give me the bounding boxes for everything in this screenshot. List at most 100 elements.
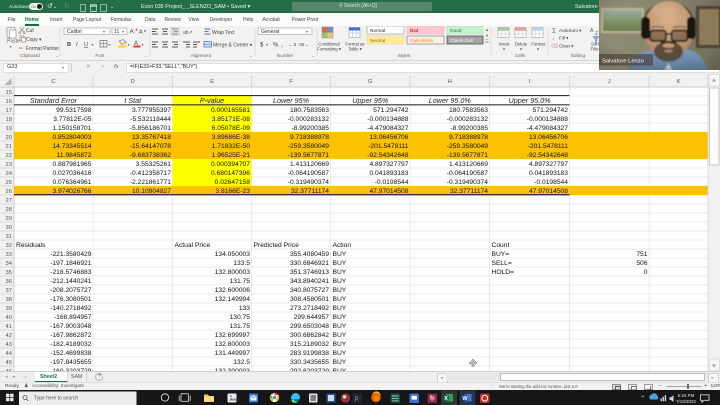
svg-text:-176.3080501: -176.3080501 [50, 296, 92, 303]
svg-text:1.71832E-50: 1.71832E-50 [212, 143, 251, 150]
svg-text:%: % [273, 43, 279, 49]
svg-text:283.9199838: 283.9199838 [290, 350, 329, 357]
svg-text:-5.856186701: -5.856186701 [130, 125, 172, 132]
svg-text:▾: ▾ [306, 29, 308, 34]
svg-text:Number: Number [277, 53, 294, 58]
svg-text:⌄: ⌄ [144, 53, 147, 58]
svg-text:11: 11 [114, 29, 119, 35]
svg-text:Bad: Bad [410, 28, 419, 33]
svg-text:-0.0198544: -0.0198544 [534, 179, 568, 186]
svg-text:30: 30 [6, 225, 12, 231]
svg-text:132.800003: 132.800003 [215, 341, 251, 348]
svg-text:19: 19 [6, 126, 12, 132]
svg-text:-0.319490374: -0.319490374 [447, 179, 489, 186]
svg-text:4.897327797: 4.897327797 [369, 161, 408, 168]
svg-text:⌄: ⌄ [55, 53, 58, 58]
svg-text:343.8940241: 343.8940241 [290, 278, 329, 285]
svg-text:42: 42 [6, 333, 12, 339]
svg-text:W: W [462, 396, 468, 402]
svg-text:22: 22 [6, 153, 12, 159]
svg-text:-0.000134888: -0.000134888 [367, 116, 409, 123]
svg-text:BUY: BUY [333, 296, 347, 303]
svg-text:-212.1440241: -212.1440241 [50, 278, 92, 285]
svg-text:-0.000134888: -0.000134888 [527, 116, 569, 123]
svg-text:-92.54342648: -92.54342648 [527, 152, 569, 159]
svg-text:315.2189032: 315.2189032 [290, 341, 329, 348]
svg-text:-201.5478111: -201.5478111 [368, 143, 409, 150]
svg-text:BUY: BUY [333, 287, 347, 294]
svg-text:ab↗: ab↗ [183, 30, 193, 36]
svg-text:-8.99200385: -8.99200385 [450, 125, 488, 132]
svg-text:3.777955397: 3.777955397 [132, 107, 171, 114]
svg-text:0.041893183: 0.041893183 [529, 170, 568, 177]
svg-text:-0.064190587: -0.064190587 [447, 170, 489, 177]
svg-text:131.449997: 131.449997 [215, 350, 251, 357]
svg-text:Action: Action [333, 242, 352, 249]
svg-text:Merge & Center ▾: Merge & Center ▾ [213, 43, 253, 49]
svg-text:A: A [590, 28, 594, 34]
svg-text:BUY: BUY [333, 350, 347, 357]
svg-text:47.97014508: 47.97014508 [529, 188, 568, 195]
svg-text:0.000165581: 0.000165581 [211, 107, 250, 114]
svg-text:Cut: Cut [26, 28, 34, 34]
svg-text:0.041893183: 0.041893183 [369, 170, 408, 177]
svg-text:Upper 95%: Upper 95% [352, 96, 389, 105]
svg-text:Good: Good [450, 28, 462, 33]
svg-text:▾: ▾ [92, 42, 94, 47]
svg-text:10.10904827: 10.10904827 [132, 188, 171, 195]
svg-text:40: 40 [6, 315, 12, 321]
svg-text:Formatting ▾: Formatting ▾ [317, 47, 341, 52]
svg-text:X: X [444, 396, 448, 402]
svg-text:▲: ▲ [135, 27, 139, 32]
svg-text:U: U [84, 42, 88, 48]
svg-text:28: 28 [6, 207, 12, 213]
svg-text:-0.319490374: -0.319490374 [288, 179, 330, 186]
svg-text:3.77812E-05: 3.77812E-05 [53, 116, 92, 123]
svg-text:132.800003: 132.800003 [215, 269, 251, 276]
svg-text:J: J [608, 79, 611, 85]
svg-text:.00→: .00→ [298, 42, 309, 47]
svg-text:26: 26 [6, 189, 12, 195]
svg-text:180.7583563: 180.7583563 [449, 107, 488, 114]
svg-text:132.5: 132.5 [233, 359, 250, 366]
svg-text:☰: ☰ [485, 39, 490, 44]
svg-text:3.55325261: 3.55325261 [136, 161, 172, 168]
svg-text:-182.4189032: -182.4189032 [50, 341, 92, 348]
svg-text:3.89686E-38: 3.89686E-38 [212, 134, 251, 141]
svg-text:99.5317598: 99.5317598 [56, 107, 92, 114]
svg-text:-208.2075727: -208.2075727 [50, 287, 92, 294]
svg-text:571.294742: 571.294742 [533, 107, 569, 114]
svg-text:37: 37 [6, 288, 12, 294]
svg-text:BUY=: BUY= [492, 251, 510, 258]
svg-text:▾: ▾ [537, 47, 539, 52]
svg-text:0.680147396: 0.680147396 [211, 170, 250, 177]
svg-text:-0.000283132: -0.000283132 [447, 116, 489, 123]
svg-text:-0.412358717: -0.412358717 [130, 170, 172, 177]
svg-text:▾: ▾ [109, 42, 111, 47]
svg-text:133.5: 133.5 [233, 260, 250, 267]
svg-text:SELL=: SELL= [492, 260, 512, 267]
svg-text:Check Cell: Check Cell [450, 38, 473, 43]
svg-text:Calculation: Calculation [410, 38, 434, 43]
svg-text:▲: ▲ [485, 27, 489, 32]
svg-text:Font: Font [95, 53, 105, 58]
svg-text:Lower 95.0%: Lower 95.0% [429, 96, 472, 105]
svg-text:3.8166E-23: 3.8166E-23 [215, 188, 250, 195]
svg-text:355.4080459: 355.4080459 [290, 251, 329, 258]
svg-text:Type here to search: Type here to search [34, 396, 78, 402]
svg-text:-197.8435655: -197.8435655 [50, 359, 92, 366]
svg-text:0: 0 [644, 269, 648, 276]
svg-text:P-value: P-value [200, 96, 224, 105]
svg-text:36: 36 [6, 279, 12, 285]
svg-text:General: General [261, 29, 279, 35]
svg-text:▾: ▾ [128, 42, 130, 47]
svg-text:131.75: 131.75 [230, 278, 251, 285]
svg-text:1.150158701: 1.150158701 [52, 125, 91, 132]
svg-text:9.718388978: 9.718388978 [449, 134, 488, 141]
svg-text:C: C [51, 79, 55, 85]
svg-text:▾: ▾ [103, 29, 105, 34]
svg-text:-0.0198544: -0.0198544 [375, 179, 409, 186]
svg-text:BUY: BUY [333, 269, 347, 276]
svg-text:,: , [281, 42, 283, 49]
svg-text:0.027036416: 0.027036416 [52, 170, 91, 177]
